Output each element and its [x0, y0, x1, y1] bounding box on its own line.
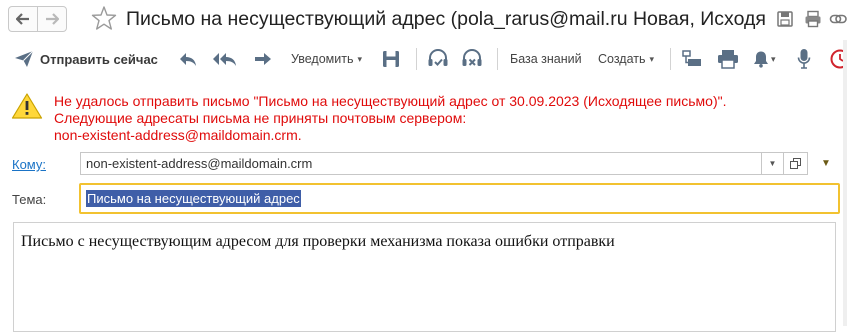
arrow-left-icon — [16, 13, 30, 25]
notify-label: Уведомить — [291, 52, 353, 66]
print-icon[interactable] — [717, 49, 739, 69]
print-icon[interactable] — [804, 10, 822, 28]
reply-icon[interactable] — [178, 50, 198, 68]
notification-bell-menu[interactable]: ▾ — [753, 44, 776, 74]
send-now-label: Отправить сейчас — [40, 52, 158, 67]
error-message-line-2: Следующие адресаты письма не приняты поч… — [54, 110, 466, 127]
chevron-down-icon: ▾ — [650, 54, 655, 65]
paper-plane-icon — [14, 50, 34, 68]
chevron-down-icon: ▾ — [771, 54, 776, 65]
error-message-line-3: non-existent-address@maildomain.crm. — [54, 127, 302, 144]
toolbar-separator — [497, 48, 498, 70]
arrow-right-icon — [45, 13, 59, 25]
forward-button[interactable] — [37, 6, 67, 32]
save-icon[interactable] — [776, 10, 794, 28]
knowledge-base-label: База знаний — [510, 52, 582, 66]
message-body-text: Письмо с несуществующим адресом для пров… — [21, 233, 615, 251]
to-open-button[interactable] — [784, 152, 808, 175]
triangle-down-icon: ▼ — [821, 158, 831, 169]
subject-selected-text: Письмо на несуществующий адрес — [86, 190, 301, 207]
warning-icon — [11, 92, 43, 120]
subject-label: Тема: — [12, 192, 46, 207]
star-icon[interactable] — [91, 5, 117, 31]
forward-mail-icon[interactable] — [253, 50, 273, 68]
window-title: Письмо на несуществующий адрес (pola_rar… — [126, 7, 766, 31]
link-icon[interactable] — [829, 10, 847, 28]
microphone-icon[interactable] — [797, 48, 811, 70]
to-label-link[interactable]: Кому: — [12, 157, 46, 172]
send-now-button[interactable]: Отправить сейчас — [14, 44, 158, 74]
more-options-button[interactable]: ▼ — [820, 157, 832, 169]
knowledge-base-button[interactable]: База знаний — [510, 44, 582, 74]
structure-icon[interactable] — [682, 50, 702, 68]
headset-check-icon[interactable] — [426, 47, 450, 71]
to-field[interactable]: non-existent-address@maildomain.crm — [80, 152, 762, 175]
open-window-icon — [790, 158, 801, 169]
message-body-editor[interactable]: Письмо с несуществующим адресом для пров… — [13, 222, 836, 332]
to-dropdown-button[interactable]: ▼ — [762, 152, 784, 175]
chevron-down-icon: ▼ — [769, 159, 777, 168]
reply-all-icon[interactable] — [212, 50, 238, 68]
toolbar-separator — [416, 48, 417, 70]
create-menu[interactable]: Создать ▾ — [598, 44, 654, 74]
error-message-line-1: Не удалось отправить письмо "Письмо на н… — [54, 93, 726, 110]
headset-cancel-icon[interactable] — [460, 47, 484, 71]
save-icon[interactable] — [381, 50, 401, 68]
toolbar-separator — [670, 48, 671, 70]
chevron-down-icon: ▾ — [357, 54, 362, 65]
notify-menu[interactable]: Уведомить ▾ — [291, 44, 362, 74]
create-label: Создать — [598, 52, 646, 66]
back-button[interactable] — [8, 6, 38, 32]
bell-icon — [753, 50, 769, 68]
right-scroll-area — [843, 40, 847, 326]
to-field-value: non-existent-address@maildomain.crm — [86, 156, 312, 171]
subject-field[interactable]: Письмо на несуществующий адрес — [79, 183, 840, 214]
